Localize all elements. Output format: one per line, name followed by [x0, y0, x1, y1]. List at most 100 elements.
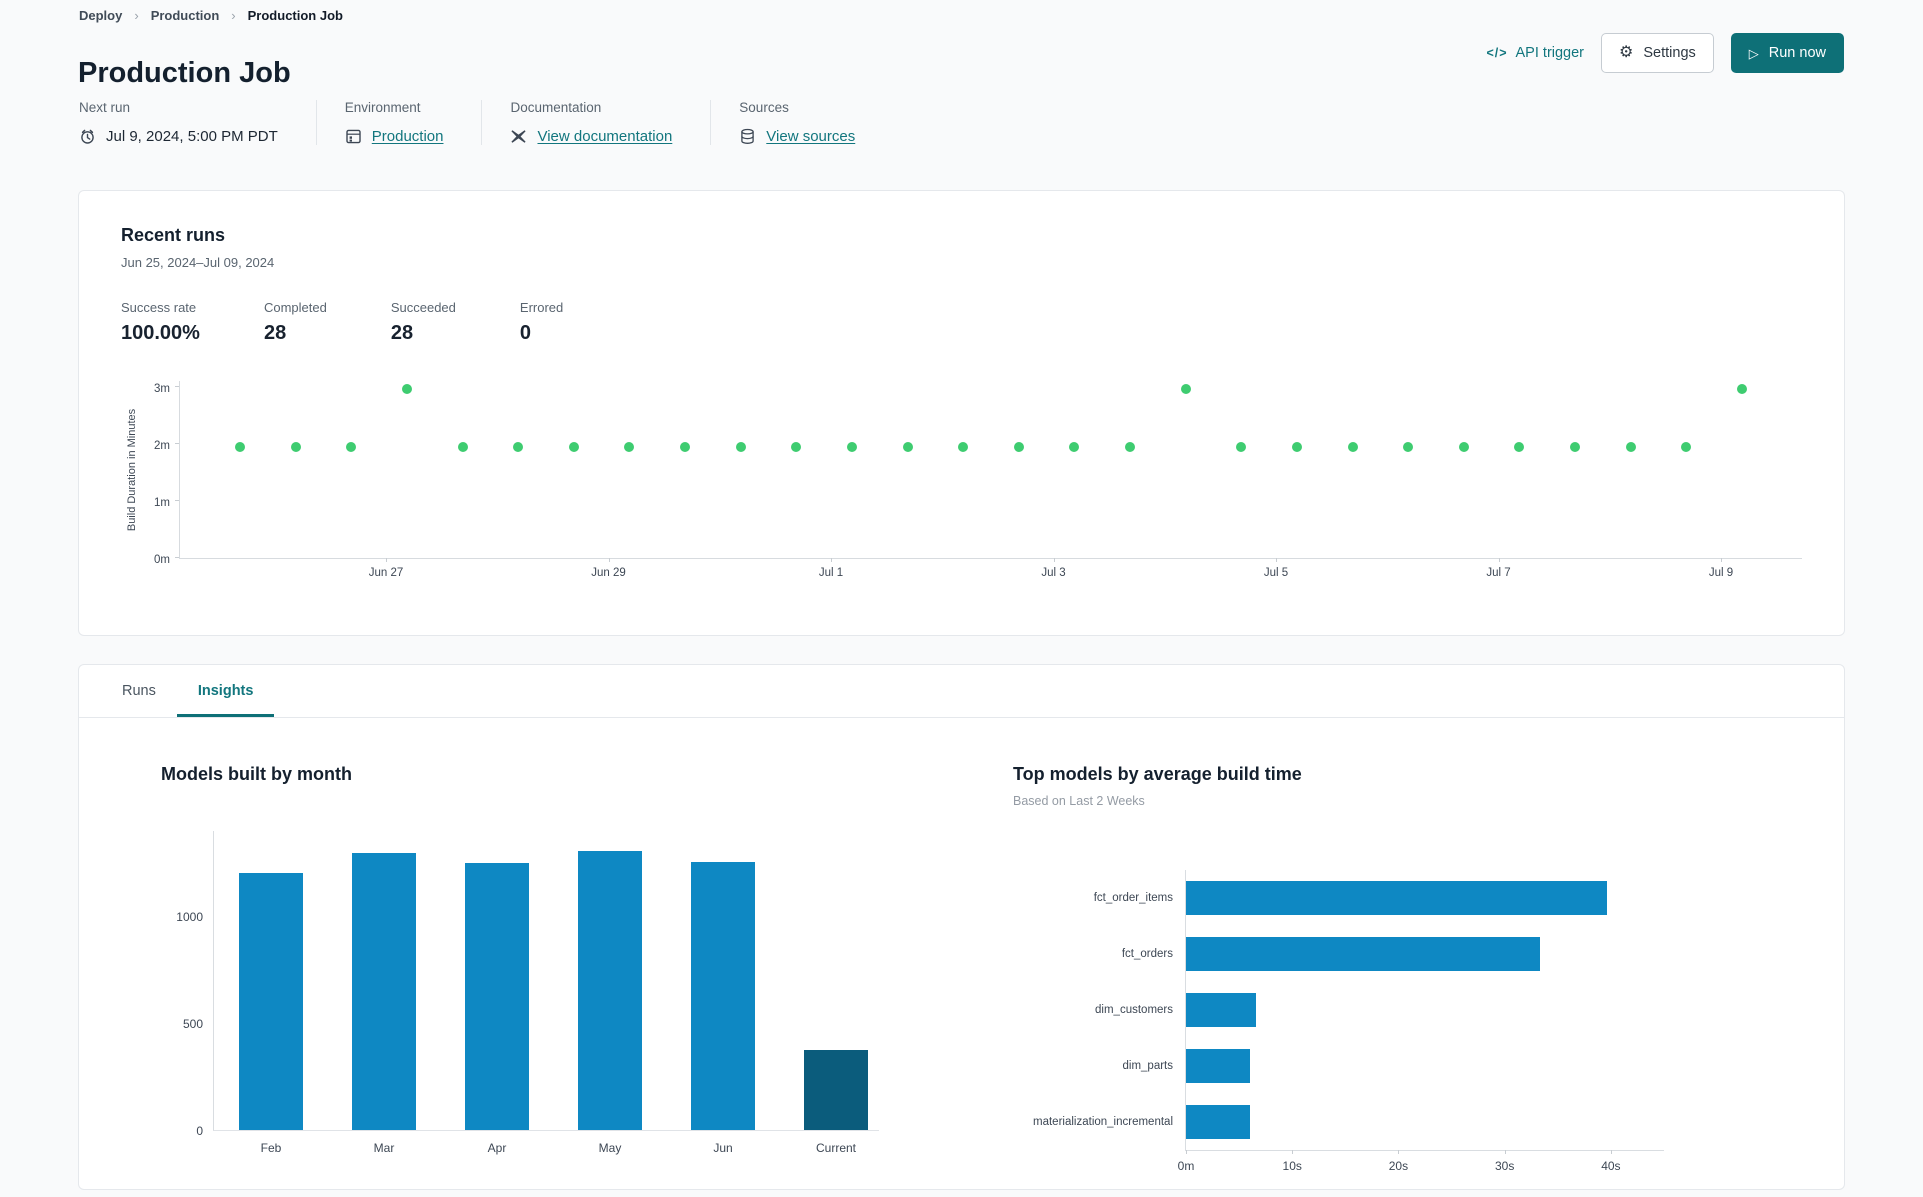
run-duration-dot[interactable]: [401, 383, 412, 394]
run-duration-dot[interactable]: [1681, 441, 1692, 452]
api-trigger-link[interactable]: </> API trigger: [1486, 45, 1584, 61]
run-duration-dot[interactable]: [1069, 441, 1080, 452]
month-bar: [804, 1049, 868, 1130]
recent-runs-title: Recent runs: [121, 225, 226, 245]
x-tick-label: Jun 29: [591, 567, 626, 579]
run-duration-dot[interactable]: [1625, 441, 1636, 452]
settings-button[interactable]: ⚙ Settings: [1601, 33, 1714, 73]
run-duration-dot[interactable]: [1403, 441, 1414, 452]
x-tick-label: 10s: [1282, 1159, 1302, 1173]
database-icon: [741, 128, 755, 144]
top-models-labels: fct_order_items fct_orders dim_customers di…: [1013, 870, 1185, 1151]
x-category-label: Feb: [260, 1141, 282, 1155]
y-tick-label: 3m: [154, 383, 170, 395]
y-tick-mark: [175, 500, 179, 501]
tab-insights[interactable]: Insights: [176, 665, 275, 717]
x-tick-mark: [1186, 1150, 1187, 1154]
breadcrumb-item-deploy[interactable]: Deploy: [79, 8, 122, 23]
y-axis-ticks: 0m 1m 2m 3m: [143, 381, 179, 566]
run-duration-dot[interactable]: [680, 441, 691, 452]
run-duration-dot[interactable]: [1180, 383, 1191, 394]
run-duration-dot[interactable]: [1236, 441, 1247, 452]
x-category-label: Jun: [713, 1141, 733, 1155]
x-category-label: May: [598, 1141, 622, 1155]
api-trigger-label: API trigger: [1515, 45, 1585, 61]
next-run-value: Jul 9, 2024, 5:00 PM PDT: [106, 128, 278, 145]
models-built-chart: Models built by month 0 500 1000 Feb Mar Apr…: [161, 764, 921, 1155]
y-axis-title: Build Duration in Minutes: [126, 408, 138, 532]
model-build-time-bar: [1186, 937, 1540, 971]
y-tick-label: 1000: [176, 909, 203, 924]
stat-label: Succeeded: [390, 300, 456, 315]
run-now-button[interactable]: ▷ Run now: [1730, 33, 1844, 73]
run-duration-dot[interactable]: [1570, 441, 1581, 452]
alarm-clock-icon: [81, 129, 94, 144]
run-duration-dot[interactable]: [958, 441, 969, 452]
gear-icon: ⚙: [1619, 44, 1634, 61]
month-bar: [352, 852, 416, 1130]
model-label: fct_order_items: [1093, 892, 1173, 904]
stat-label: Success rate: [121, 300, 197, 315]
run-duration-dot[interactable]: [624, 441, 635, 452]
build-duration-plot: Jun 27 Jun 29 Jul 1 Jul 3 Jul 5 Jul 7 Jul 9: [175, 381, 1802, 579]
stat-value: 0: [519, 322, 532, 344]
settings-label: Settings: [1643, 45, 1696, 61]
meta-sources: Sources View sources: [710, 100, 893, 145]
x-tick-label: Jul 9: [1708, 567, 1734, 579]
month-bar: [239, 872, 303, 1130]
x-tick-mark: [1398, 1150, 1400, 1154]
model-label: materialization_incremental: [1033, 1116, 1173, 1128]
model-label: dim_customers: [1095, 1004, 1173, 1016]
x-tick-mark: [1504, 1150, 1506, 1154]
view-documentation-link[interactable]: View documentation: [537, 128, 672, 145]
run-duration-dot[interactable]: [791, 441, 802, 452]
run-duration-dot[interactable]: [235, 441, 245, 452]
x-tick-label: Jun 27: [368, 567, 404, 579]
run-duration-dot[interactable]: [846, 441, 857, 452]
environment-link[interactable]: Production: [372, 128, 444, 145]
run-duration-dot[interactable]: [1013, 441, 1024, 452]
run-duration-dot[interactable]: [1291, 441, 1302, 452]
stat-label: Errored: [519, 300, 564, 315]
stat-value: 100.00%: [121, 322, 200, 344]
meta-label: Sources: [739, 100, 789, 115]
run-duration-dot[interactable]: [568, 441, 579, 452]
view-sources-link[interactable]: View sources: [766, 128, 855, 145]
run-duration-dot[interactable]: [1737, 383, 1747, 394]
stat-value: 28: [390, 322, 414, 344]
x-tick-label: Jul 7: [1486, 567, 1511, 579]
x-tick-mark: [386, 558, 387, 562]
chevron-right-icon: ›: [231, 8, 236, 23]
run-duration-dot[interactable]: [735, 441, 746, 452]
run-duration-dot[interactable]: [457, 441, 468, 452]
top-models-chart: Top models by average build time Based o…: [1013, 764, 1803, 1173]
tab-runs[interactable]: Runs: [101, 665, 177, 717]
model-build-time-bar: [1186, 881, 1607, 915]
models-built-y-axis: 0 500 1000: [161, 831, 213, 1138]
run-duration-dot[interactable]: [1347, 441, 1358, 452]
x-category-label: Current: [815, 1141, 857, 1155]
run-duration-dot[interactable]: [1458, 441, 1469, 452]
stat-value: 28: [263, 322, 287, 344]
x-tick-label: 0m: [1177, 1159, 1195, 1173]
dbt-docs-icon: [511, 130, 527, 143]
run-duration-dot[interactable]: [1125, 441, 1136, 452]
run-duration-dot[interactable]: [346, 441, 357, 452]
y-tick-mark: [175, 557, 179, 558]
chevron-right-icon: ›: [134, 8, 139, 23]
model-label: fct_orders: [1121, 948, 1173, 960]
y-tick-label: 1m: [154, 497, 170, 509]
recent-runs-date-range: Jun 25, 2024–Jul 09, 2024: [121, 255, 275, 270]
x-tick-mark: [1498, 558, 1500, 562]
x-tick-label: Jul 3: [1041, 567, 1066, 579]
run-duration-dot[interactable]: [513, 441, 524, 452]
breadcrumb-item-production-job: Production Job: [247, 8, 343, 23]
x-tick-mark: [1276, 558, 1277, 562]
run-duration-dot[interactable]: [902, 441, 913, 452]
x-tick-label: 40s: [1601, 1159, 1621, 1173]
run-duration-dot[interactable]: [290, 441, 301, 452]
run-duration-dot[interactable]: [1514, 441, 1525, 452]
header-actions: </> API trigger ⚙ Settings ▷ Run now: [1486, 33, 1844, 73]
y-tick-mark: [175, 443, 179, 444]
breadcrumb-item-production[interactable]: Production: [151, 8, 220, 23]
